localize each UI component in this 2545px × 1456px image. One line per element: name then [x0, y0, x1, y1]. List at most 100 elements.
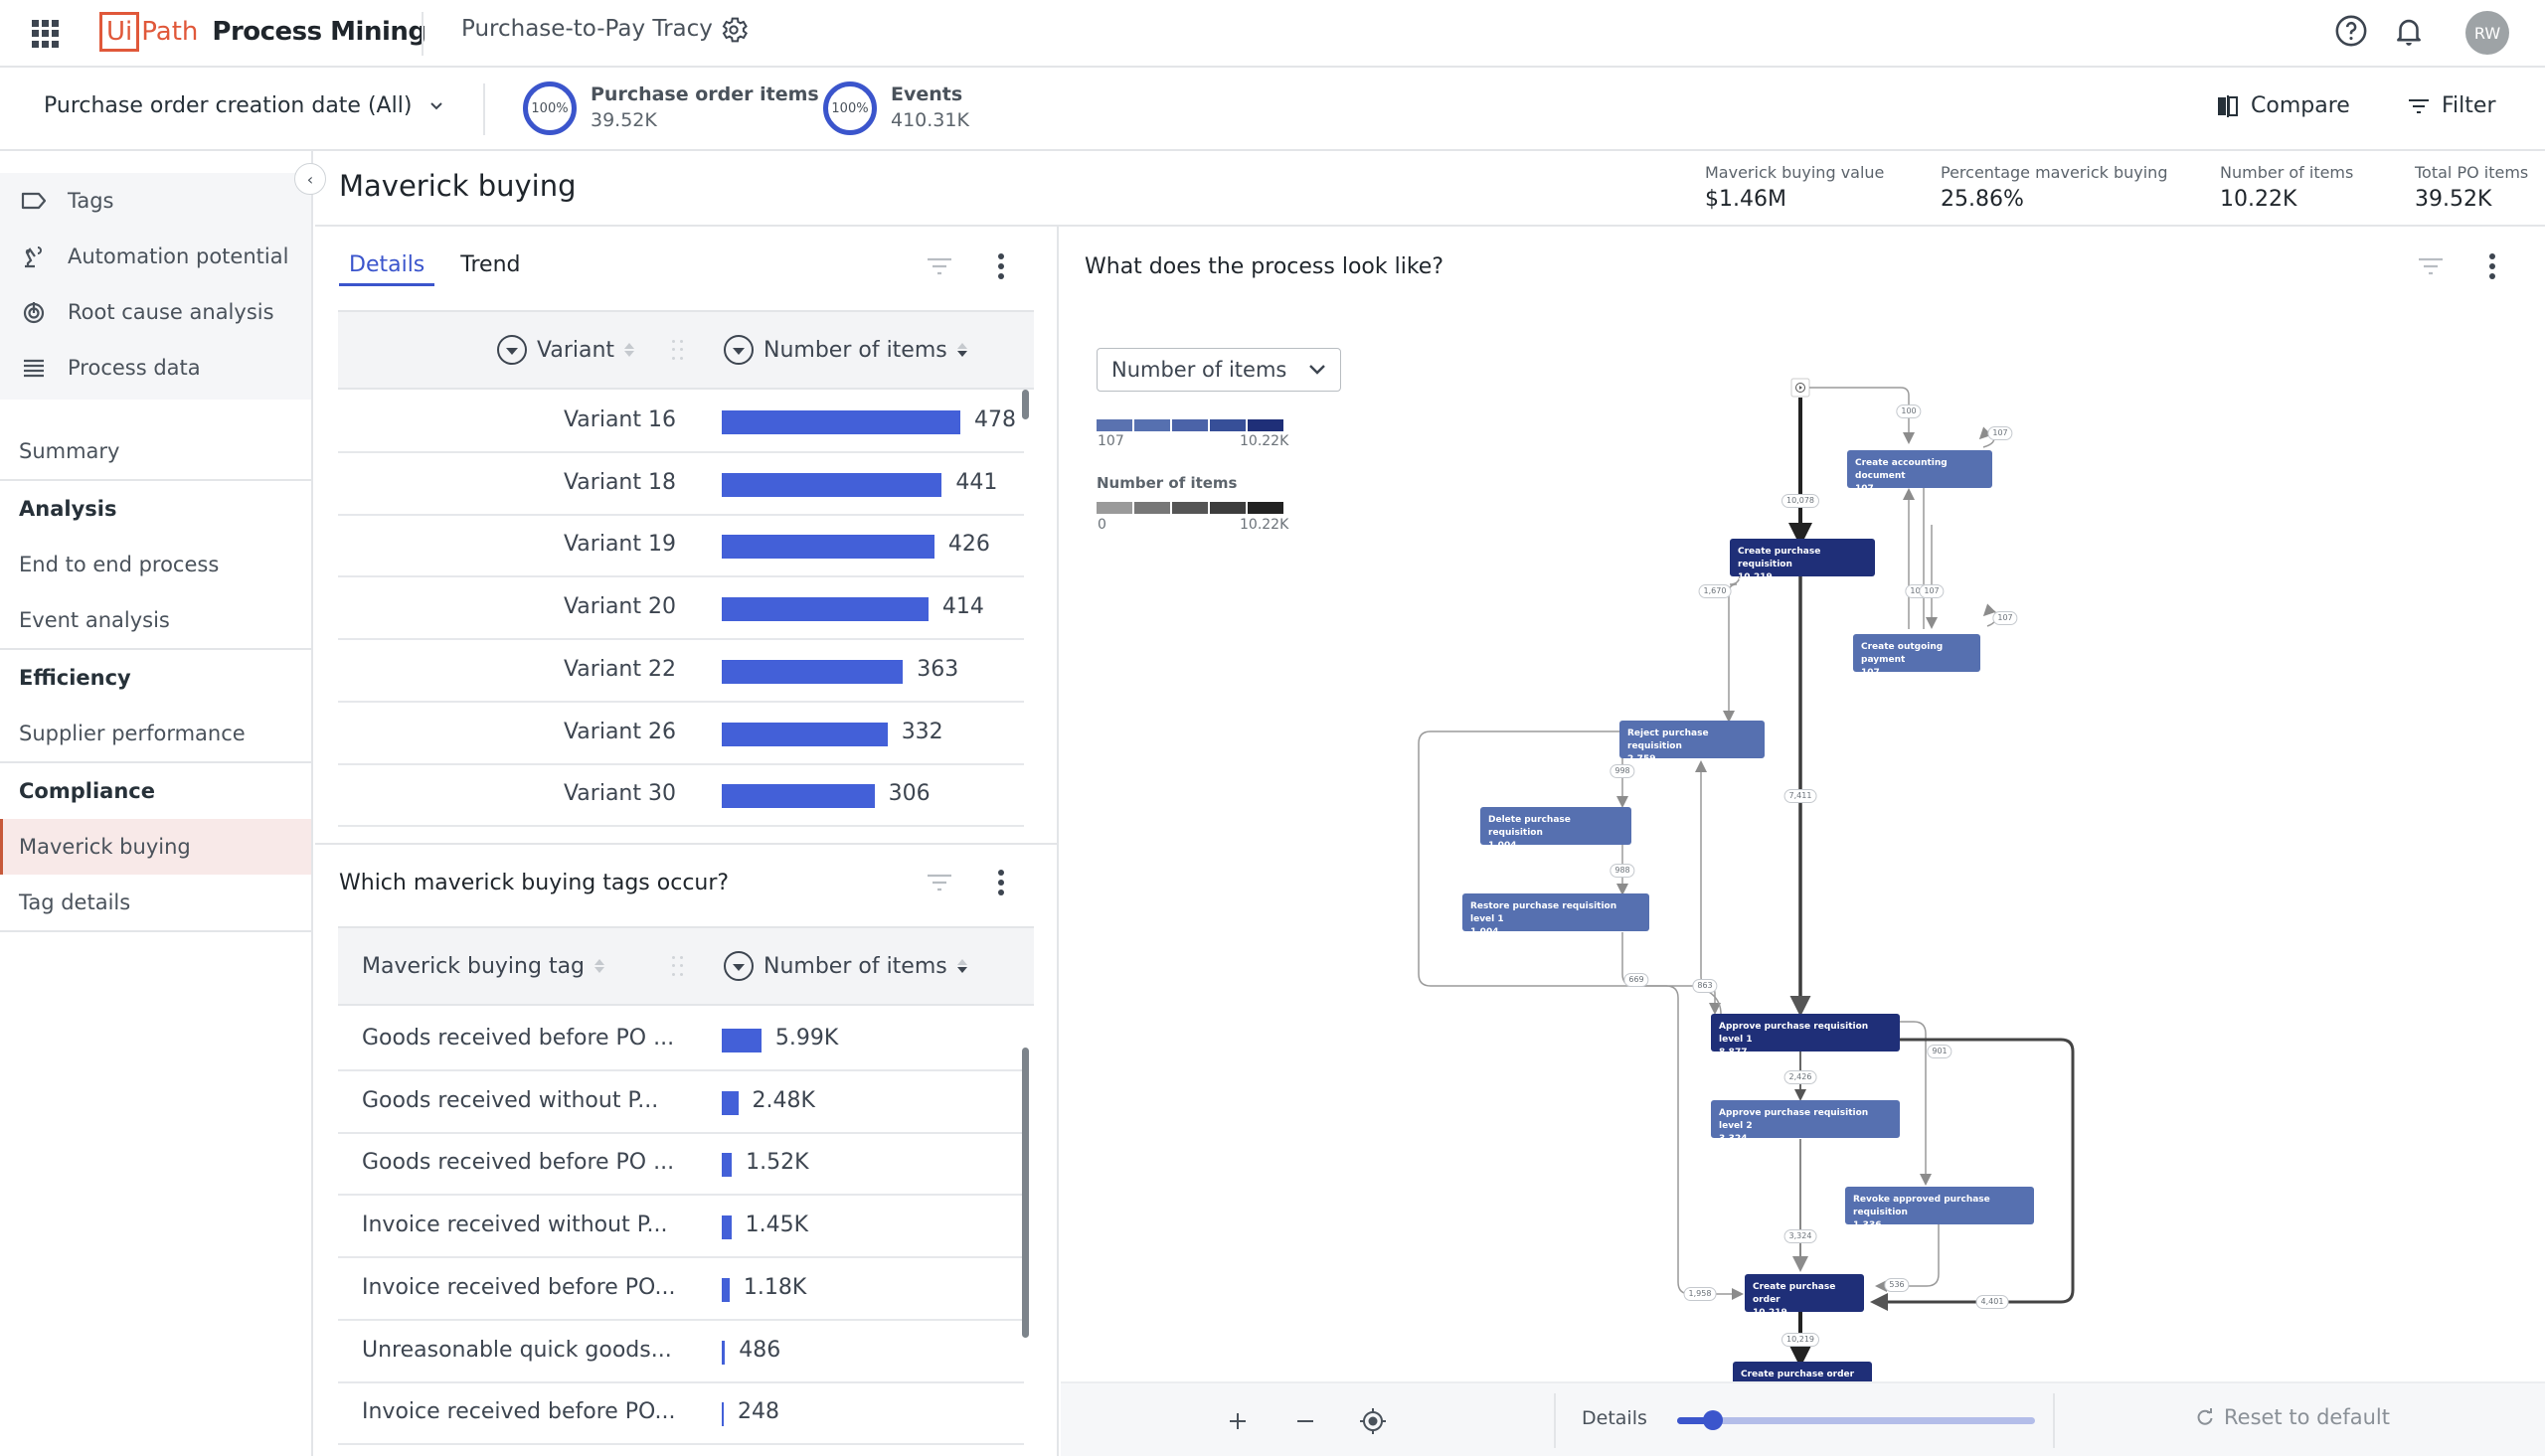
filter-icon[interactable] [924, 867, 955, 898]
table-row[interactable]: Variant 20 414 [338, 578, 1024, 641]
edge-label: 100 [1896, 404, 1922, 418]
app-launcher-icon[interactable] [32, 20, 60, 48]
table-row[interactable]: Variant 18 441 [338, 454, 1024, 516]
items-column-header[interactable]: Number of items [724, 312, 967, 388]
column-resize-handle[interactable] [672, 340, 684, 362]
edge[interactable] [1875, 1224, 1940, 1292]
sidebar-tools: Tags Automation potential Root cause ana… [0, 173, 311, 400]
node-label: Create purchase order [1753, 1282, 1836, 1305]
row-label: Variant 26 [563, 719, 676, 744]
table-row[interactable]: Goods received without P... 2.48K [338, 1072, 1024, 1134]
sort-icon[interactable] [594, 959, 605, 973]
process-node[interactable]: Approve purchase requisition level 1 8,87… [1711, 1014, 1900, 1057]
sidebar-item-root-cause-analysis[interactable]: Root cause analysis [0, 284, 311, 340]
filter-button[interactable]: Filter [2408, 93, 2495, 118]
edge[interactable] [1809, 387, 1915, 444]
edge[interactable] [1695, 760, 1722, 1015]
scrollbar[interactable] [1022, 1048, 1029, 1338]
gear-icon[interactable] [718, 14, 750, 46]
root-cause-icon [20, 298, 48, 326]
bell-icon[interactable] [2392, 14, 2426, 48]
filter-icon[interactable] [924, 250, 955, 282]
reset-to-default-button[interactable]: Reset to default [2196, 1405, 2390, 1429]
column-resize-handle[interactable] [672, 956, 684, 978]
process-graph[interactable]: Create accounting document 107 Create purc… [1061, 227, 2545, 1381]
logo[interactable]: Ui Path Process Mining [99, 12, 426, 52]
sidebar-item-tags[interactable]: Tags [0, 173, 311, 229]
variant-column-header[interactable]: Variant [497, 312, 635, 388]
chevron-down-icon [430, 101, 443, 109]
edge[interactable] [1896, 1021, 1932, 1186]
process-node[interactable]: Reject purchase requisition 2,759 [1619, 721, 1765, 764]
more-options-icon[interactable] [985, 867, 1017, 898]
process-node[interactable]: Create outgoing payment 107 [1853, 634, 1980, 678]
collapse-sidebar-button[interactable]: ‹ [294, 163, 326, 195]
process-node[interactable]: Revoke approved purchase requisition 1,33… [1845, 1187, 2034, 1230]
column-dropdown-icon[interactable] [497, 335, 527, 365]
sidebar-item-maverick-buying[interactable]: Maverick buying [0, 819, 311, 875]
node-label: Restore purchase requisition level 1 [1470, 901, 1617, 924]
scrollbar[interactable] [1022, 390, 1029, 419]
edge[interactable] [1870, 1038, 2075, 1311]
kpi-ring-items: 100% [523, 81, 577, 135]
items-column-header[interactable]: Number of items [724, 928, 967, 1004]
zoom-out-button[interactable] [1289, 1405, 1321, 1437]
node-value: 10,219 [1738, 572, 1773, 582]
sort-desc-icon[interactable] [956, 959, 967, 973]
compare-button[interactable]: Compare [2217, 93, 2350, 118]
table-row[interactable]: Variant 16 478 [338, 392, 1024, 453]
table-row[interactable]: Unreasonable quick goods... 486 [338, 1322, 1024, 1383]
process-node[interactable]: Restore purchase requisition level 1 1,00… [1462, 893, 1649, 937]
table-row[interactable]: Goods received before PO ... 5.99K [338, 1010, 1024, 1071]
process-node[interactable]: Create accounting document 107 [1847, 450, 1992, 494]
slider-handle[interactable] [1703, 1410, 1723, 1430]
process-node[interactable]: Create purchase requisition 10,219 [1730, 539, 1875, 582]
node-label: Create accounting document [1855, 458, 1948, 481]
metric-value: $1.46M [1705, 187, 1786, 212]
process-node[interactable]: Create purchase order item [1733, 1362, 1872, 1381]
sidebar-item-end-to-end-process[interactable]: End to end process [0, 537, 311, 592]
node-label: Delete purchase requisition [1488, 815, 1571, 838]
recenter-button[interactable] [1357, 1405, 1389, 1437]
node-value: 107 [1855, 484, 1874, 494]
project-name[interactable]: Purchase-to-Pay Tracy [461, 16, 713, 42]
column-dropdown-icon[interactable] [724, 335, 754, 365]
table-row[interactable]: Variant 19 426 [338, 516, 1024, 578]
help-icon[interactable] [2334, 14, 2368, 48]
row-bar [722, 1340, 726, 1365]
details-label: Details [1582, 1407, 1647, 1429]
table-row[interactable]: Variant 22 363 [338, 641, 1024, 703]
tag-column-header[interactable]: Maverick buying tag [362, 928, 605, 1004]
sidebar-item-supplier-performance[interactable]: Supplier performance [0, 706, 311, 761]
column-dropdown-icon[interactable] [724, 951, 754, 981]
sidebar-item-summary[interactable]: Summary [0, 423, 311, 479]
variant-tabs: Details Trend [339, 252, 531, 286]
table-row[interactable]: Invoice received without P... 1.45K [338, 1197, 1024, 1259]
tab-trend[interactable]: Trend [450, 252, 530, 286]
row-label: Variant 30 [563, 781, 676, 807]
process-node[interactable]: Delete purchase requisition 1,004 [1480, 807, 1631, 851]
divider [0, 930, 311, 932]
avatar[interactable]: RW [2465, 11, 2509, 55]
table-row[interactable]: Variant 30 306 [338, 765, 1024, 828]
refresh-icon [2197, 1408, 2213, 1425]
table-row[interactable]: Goods received before PO ... 1.52K [338, 1134, 1024, 1197]
table-row[interactable]: Invoice received before PO... 1.18K [338, 1259, 1024, 1321]
sidebar-item-tag-details[interactable]: Tag details [0, 875, 311, 930]
date-filter-dropdown[interactable]: Purchase order creation date (All) [44, 93, 443, 118]
sidebar-item-event-analysis[interactable]: Event analysis [0, 592, 311, 648]
sidebar-item-label: Root cause analysis [68, 300, 274, 324]
sort-icon[interactable] [624, 343, 635, 357]
tab-details[interactable]: Details [339, 252, 435, 286]
process-node[interactable]: Create purchase order 10,219 [1745, 1274, 1864, 1318]
sidebar-item-process-data[interactable]: Process data [0, 340, 311, 396]
table-row[interactable]: Invoice received before PO... 248 [338, 1383, 1024, 1446]
edge[interactable] [1723, 573, 1741, 723]
table-row[interactable]: Variant 26 332 [338, 704, 1024, 765]
details-slider[interactable] [1677, 1410, 2035, 1430]
zoom-in-button[interactable] [1222, 1405, 1254, 1437]
process-node[interactable]: Approve purchase requisition level 2 3,32… [1711, 1100, 1900, 1144]
sidebar-item-automation-potential[interactable]: Automation potential [0, 229, 311, 284]
sort-desc-icon[interactable] [956, 343, 967, 357]
more-options-icon[interactable] [985, 250, 1017, 282]
